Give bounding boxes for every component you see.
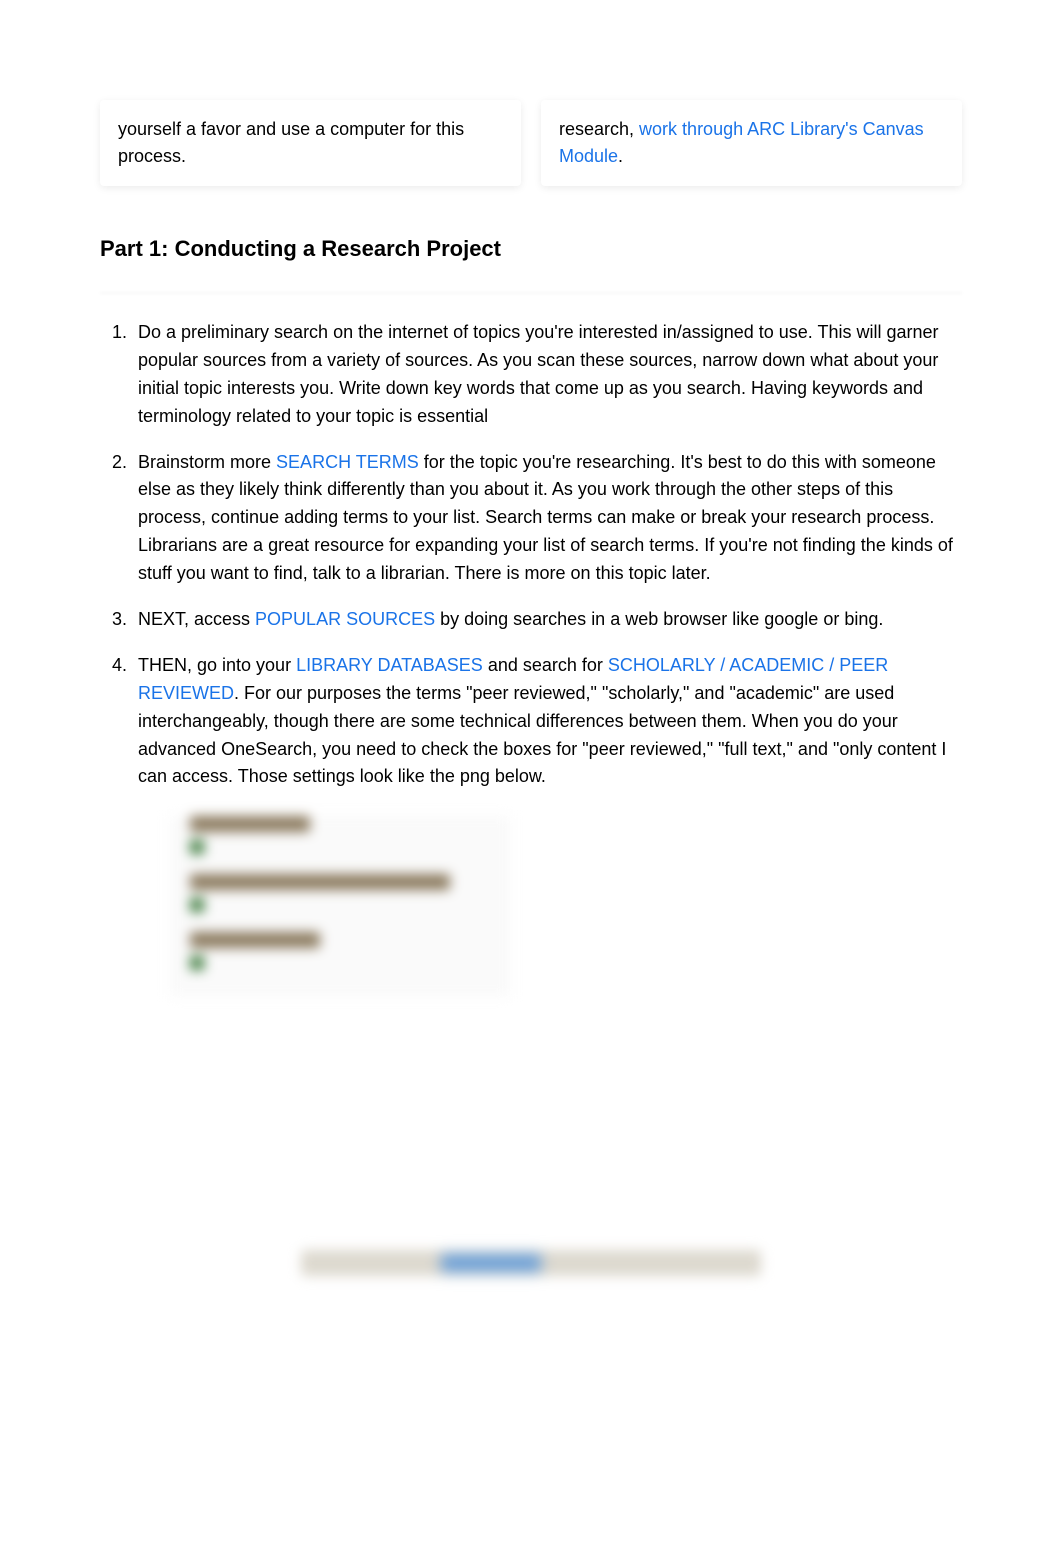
- item1-text: Do a preliminary search on the internet …: [138, 322, 939, 426]
- list-item-2: Brainstorm more SEARCH TERMS for the top…: [132, 449, 962, 588]
- popular-sources-link[interactable]: POPULAR SOURCES: [255, 609, 435, 629]
- item3-suffix: by doing searches in a web browser like …: [435, 609, 883, 629]
- blurred-footer: [301, 1250, 761, 1276]
- note-right-prefix: research,: [559, 119, 639, 139]
- note-right-suffix: .: [618, 146, 623, 166]
- section-separator: [100, 292, 962, 294]
- item4-prefix: THEN, go into your: [138, 655, 296, 675]
- library-databases-link[interactable]: LIBRARY DATABASES: [296, 655, 483, 675]
- top-note-boxes: yourself a favor and use a computer for …: [100, 100, 962, 186]
- note-box-right: research, work through ARC Library's Can…: [541, 100, 962, 186]
- list-item-3: NEXT, access POPULAR SOURCES by doing se…: [132, 606, 962, 634]
- list-item-4: THEN, go into your LIBRARY DATABASES and…: [132, 652, 962, 791]
- blurred-settings-image: [170, 816, 510, 996]
- item3-prefix: NEXT, access: [138, 609, 255, 629]
- item2-prefix: Brainstorm more: [138, 452, 276, 472]
- note-box-left: yourself a favor and use a computer for …: [100, 100, 521, 186]
- search-terms-link[interactable]: SEARCH TERMS: [276, 452, 419, 472]
- section-heading: Part 1: Conducting a Research Project: [100, 236, 962, 262]
- note-left-text: yourself a favor and use a computer for …: [118, 119, 464, 166]
- item4-mid: and search for: [483, 655, 608, 675]
- item4-suffix: . For our purposes the terms "peer revie…: [138, 683, 946, 787]
- instruction-list: Do a preliminary search on the internet …: [100, 319, 962, 791]
- list-item-1: Do a preliminary search on the internet …: [132, 319, 962, 431]
